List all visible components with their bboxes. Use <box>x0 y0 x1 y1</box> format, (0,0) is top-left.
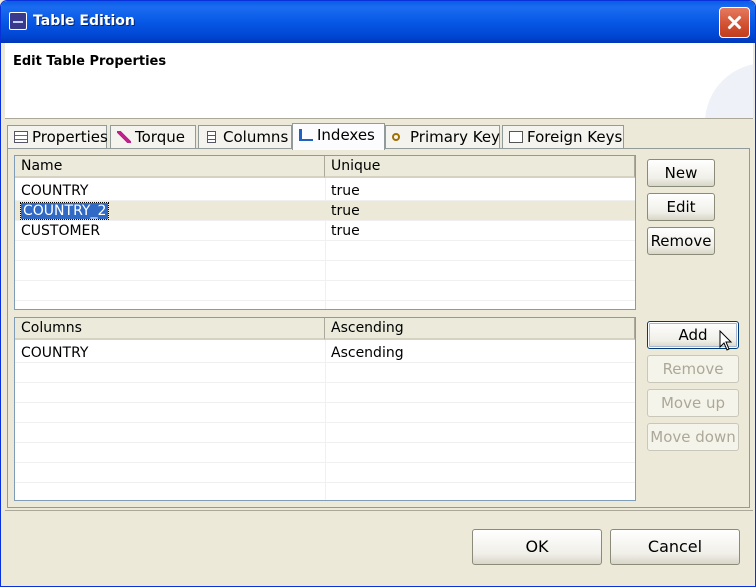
cancel-button[interactable]: Cancel <box>610 529 740 565</box>
header-decoration <box>705 63 753 118</box>
table-edition-dialog: Table Edition Edit Table Properties Prop… <box>0 0 756 587</box>
table-row[interactable]: COUNTRY true <box>15 181 635 201</box>
edit-button[interactable]: Edit <box>647 193 715 221</box>
remove-index-button[interactable]: Remove <box>647 227 715 255</box>
close-button[interactable] <box>719 7 750 38</box>
index-name-cell: COUNTRY_2 <box>17 201 110 221</box>
column-ascending: Ascending <box>331 345 404 361</box>
columns-icon <box>207 131 216 143</box>
index-name: CUSTOMER <box>21 223 101 239</box>
torque-icon <box>117 131 131 143</box>
tab-label: Foreign Keys <box>527 128 623 146</box>
footer-separator <box>5 510 753 511</box>
column-header-ascending[interactable]: Ascending <box>325 318 635 340</box>
dialog-header-title: Edit Table Properties <box>13 54 167 69</box>
mouse-cursor-icon <box>719 329 733 352</box>
index-unique: true <box>331 223 360 239</box>
ok-button[interactable]: OK <box>472 529 602 565</box>
foreign-key-icon <box>509 131 523 143</box>
tab-properties[interactable]: Properties <box>7 125 108 149</box>
index-unique: true <box>331 183 360 199</box>
index-columns-table[interactable]: Columns Ascending COUNTRY Ascending <box>14 317 636 501</box>
empty-row <box>15 383 635 403</box>
empty-row <box>15 443 635 463</box>
indexes-table[interactable]: Name Unique COUNTRY true COUNTRY_2 true … <box>14 155 636 310</box>
tab-columns[interactable]: Columns <box>198 125 292 149</box>
empty-row <box>15 423 635 443</box>
column-name: COUNTRY <box>21 345 89 361</box>
tab-label: Primary Key <box>410 128 500 146</box>
table-row[interactable]: CUSTOMER true <box>15 221 635 241</box>
empty-row <box>15 463 635 483</box>
title-bar[interactable]: Table Edition <box>1 1 755 43</box>
empty-row <box>15 241 635 261</box>
table-row[interactable]: COUNTRY Ascending <box>15 343 635 363</box>
tab-label: Indexes <box>317 126 375 144</box>
indexes-icon <box>299 129 313 141</box>
move-up-button[interactable]: Move up <box>647 389 739 417</box>
empty-row <box>15 363 635 383</box>
tab-label: Columns <box>223 128 289 146</box>
column-header-unique[interactable]: Unique <box>325 156 635 178</box>
tab-torque[interactable]: Torque <box>110 125 196 149</box>
tab-label: Torque <box>135 128 185 146</box>
column-header-columns[interactable]: Columns <box>15 318 325 340</box>
dialog-header: Edit Table Properties <box>5 43 753 119</box>
table-icon <box>14 131 28 143</box>
tab-label: Properties <box>32 128 108 146</box>
remove-column-button[interactable]: Remove <box>647 355 739 383</box>
empty-row <box>15 403 635 423</box>
index-name: COUNTRY_2 <box>19 202 110 220</box>
window-title: Table Edition <box>33 13 135 29</box>
column-header-name[interactable]: Name <box>15 156 325 178</box>
tab-indexes[interactable]: Indexes <box>292 123 385 150</box>
index-unique: true <box>331 203 360 219</box>
empty-row <box>15 261 635 281</box>
table-row-selected[interactable]: COUNTRY_2 true <box>15 201 635 221</box>
tab-foreign-keys[interactable]: Foreign Keys <box>502 125 624 149</box>
index-name: COUNTRY <box>21 183 89 199</box>
key-icon <box>392 133 400 141</box>
move-down-button[interactable]: Move down <box>647 423 739 451</box>
app-icon <box>9 12 27 30</box>
new-button[interactable]: New <box>647 159 715 187</box>
tab-primary-key[interactable]: Primary Key <box>385 125 500 149</box>
empty-row <box>15 281 635 301</box>
